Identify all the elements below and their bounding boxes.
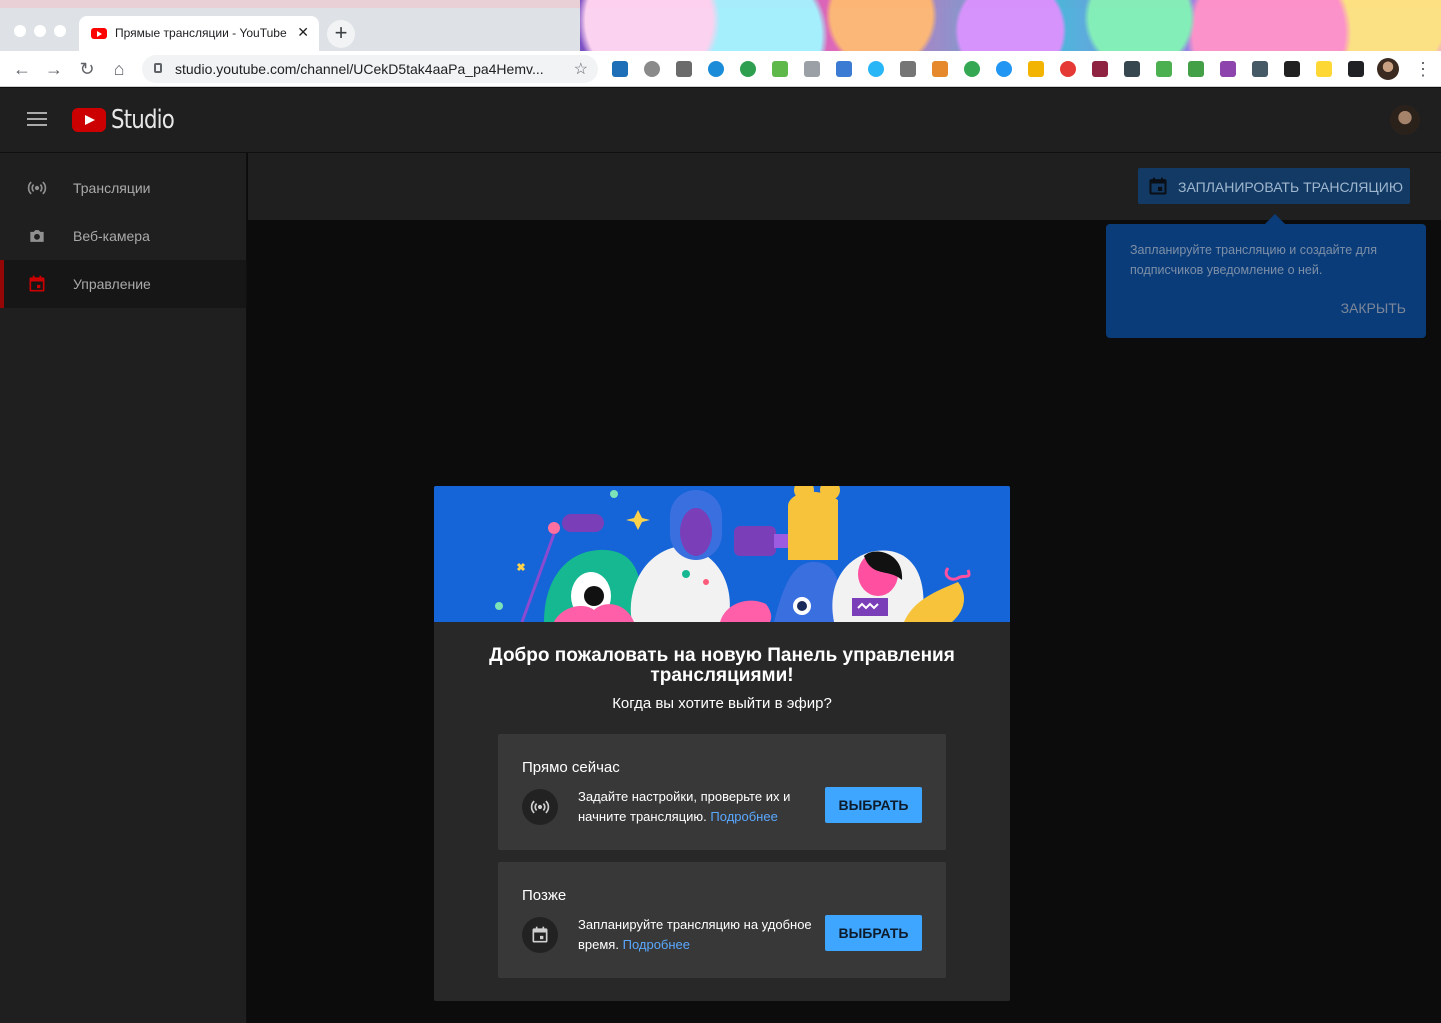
welcome-dialog: Добро пожаловать на новую Панель управле… bbox=[434, 486, 1010, 1001]
tooltip-text: Запланируйте трансляцию и создайте для п… bbox=[1130, 243, 1377, 277]
browser-theme-artwork bbox=[580, 0, 1441, 51]
extension-icon[interactable] bbox=[708, 61, 724, 77]
extension-icon[interactable] bbox=[1316, 61, 1332, 77]
option-icon-circle bbox=[522, 789, 558, 825]
forward-icon[interactable]: → bbox=[42, 57, 66, 81]
sidebar-item-webcam[interactable]: Веб-камера bbox=[0, 212, 246, 260]
tab-close-icon[interactable]: ✕ bbox=[297, 24, 309, 41]
window-minimize-dot[interactable] bbox=[34, 25, 46, 37]
option-later: Позже Запланируйте трансляцию на удобное… bbox=[498, 862, 946, 978]
window-zoom-dot[interactable] bbox=[54, 25, 66, 37]
sidebar-item-broadcasts[interactable]: Трансляции bbox=[0, 164, 246, 212]
sidebar-item-manage[interactable]: Управление bbox=[0, 260, 246, 308]
extension-icon[interactable] bbox=[676, 61, 692, 77]
new-tab-button[interactable]: + bbox=[327, 20, 355, 48]
browser-toolbar: ← → ↻ ⌂ studio.youtube.com/channel/UCekD… bbox=[0, 51, 1441, 87]
option-heading: Прямо сейчас bbox=[522, 759, 620, 776]
schedule-button-label: ЗАПЛАНИРОВАТЬ ТРАНСЛЯЦИЮ bbox=[1178, 179, 1403, 195]
extensions-puzzle-icon[interactable] bbox=[1348, 61, 1364, 77]
browser-tab-bar: Прямые трансляции - YouTube ✕ + bbox=[0, 0, 1441, 51]
broadcast-icon bbox=[530, 800, 550, 814]
extension-icon[interactable] bbox=[1252, 61, 1268, 77]
option-description-text: Запланируйте трансляцию на удобное время… bbox=[578, 917, 812, 952]
url-text[interactable]: studio.youtube.com/channel/UCekD5tak4aaP… bbox=[175, 61, 565, 77]
menu-icon[interactable] bbox=[27, 112, 47, 126]
youtube-logo-icon[interactable] bbox=[72, 108, 106, 132]
address-bar[interactable]: studio.youtube.com/channel/UCekD5tak4aaP… bbox=[142, 55, 598, 83]
extension-icon[interactable] bbox=[1028, 61, 1044, 77]
extension-icon[interactable] bbox=[1092, 61, 1108, 77]
bookmark-star-icon[interactable]: ☆ bbox=[574, 59, 588, 79]
option-description: Задайте настройки, проверьте их и начнит… bbox=[578, 787, 818, 827]
camera-icon bbox=[30, 230, 44, 242]
back-icon[interactable]: ← bbox=[10, 57, 34, 81]
extension-icon[interactable] bbox=[932, 61, 948, 77]
reload-icon[interactable]: ↻ bbox=[75, 57, 99, 81]
window-close-dot[interactable] bbox=[14, 25, 26, 37]
extension-icon[interactable] bbox=[612, 61, 628, 77]
extension-icon[interactable] bbox=[1156, 61, 1172, 77]
tab-title: Прямые трансляции - YouTube bbox=[115, 26, 287, 40]
learn-more-link[interactable]: Подробнее bbox=[710, 809, 777, 824]
studio-header: Studio bbox=[0, 88, 1441, 153]
option-icon-circle bbox=[522, 917, 558, 953]
extension-icon[interactable] bbox=[836, 61, 852, 77]
browser-profile-avatar[interactable] bbox=[1377, 58, 1399, 80]
schedule-tooltip: Запланируйте трансляцию и создайте для п… bbox=[1106, 214, 1426, 338]
option-description: Запланируйте трансляцию на удобное время… bbox=[578, 915, 818, 955]
extension-icon[interactable] bbox=[772, 61, 788, 77]
option-heading: Позже bbox=[522, 887, 567, 904]
calendar-icon bbox=[532, 926, 548, 943]
extension-icon[interactable] bbox=[900, 61, 916, 77]
extension-icon[interactable] bbox=[996, 61, 1012, 77]
select-later-button[interactable]: ВЫБРАТЬ bbox=[825, 915, 922, 951]
calendar-icon bbox=[1149, 177, 1167, 195]
calendar-icon bbox=[29, 275, 45, 292]
browser-menu-icon[interactable]: ⋮ bbox=[1414, 59, 1432, 80]
extension-icon[interactable] bbox=[1060, 61, 1076, 77]
extension-icon[interactable] bbox=[644, 61, 660, 77]
extension-icon[interactable] bbox=[1124, 61, 1140, 77]
account-avatar[interactable] bbox=[1390, 105, 1420, 135]
sidebar-item-label: Веб-камера bbox=[73, 228, 150, 244]
tooltip-close-button[interactable]: ЗАКРЫТЬ bbox=[1341, 300, 1406, 316]
extension-icon[interactable] bbox=[740, 61, 756, 77]
extension-icon[interactable] bbox=[868, 61, 884, 77]
sidebar: Трансляции Веб-камера Управление bbox=[0, 153, 247, 1023]
broadcast-icon bbox=[27, 181, 47, 195]
sidebar-item-label: Трансляции bbox=[73, 180, 151, 196]
select-now-button[interactable]: ВЫБРАТЬ bbox=[825, 787, 922, 823]
extension-icon[interactable] bbox=[1188, 61, 1204, 77]
browser-tab[interactable]: Прямые трансляции - YouTube ✕ bbox=[79, 16, 319, 51]
learn-more-link[interactable]: Подробнее bbox=[623, 937, 690, 952]
lock-icon[interactable] bbox=[154, 63, 162, 73]
extension-icon[interactable] bbox=[1220, 61, 1236, 77]
dialog-subtitle: Когда вы хотите выйти в эфир? bbox=[612, 695, 832, 712]
extension-icon[interactable] bbox=[1284, 61, 1300, 77]
extension-icon[interactable] bbox=[964, 61, 980, 77]
sidebar-item-label: Управление bbox=[73, 276, 151, 292]
youtube-favicon-icon bbox=[91, 28, 107, 39]
studio-logo-text[interactable]: Studio bbox=[111, 105, 175, 135]
schedule-stream-button[interactable]: ЗАПЛАНИРОВАТЬ ТРАНСЛЯЦИЮ bbox=[1138, 168, 1410, 204]
extension-icon[interactable] bbox=[804, 61, 820, 77]
option-now: Прямо сейчас Задайте настройки, проверьт… bbox=[498, 734, 946, 850]
welcome-illustration bbox=[434, 486, 1010, 622]
home-icon[interactable]: ⌂ bbox=[107, 57, 131, 81]
dialog-title: Добро пожаловать на новую Панель управле… bbox=[489, 645, 955, 686]
